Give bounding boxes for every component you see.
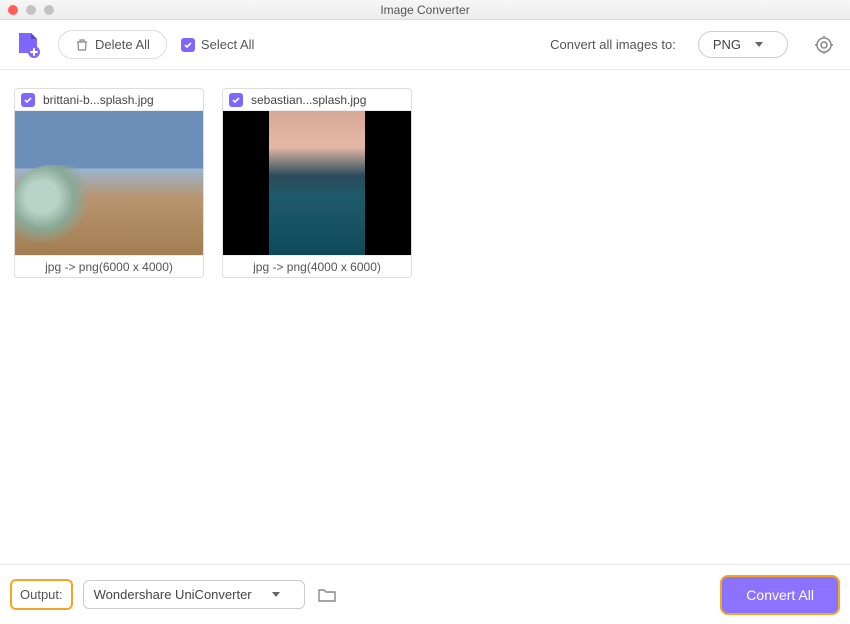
image-grid: brittani-b...splash.jpg jpg -> png(6000 … [0,70,850,564]
delete-all-button[interactable]: Delete All [58,30,167,59]
toolbar: Delete All Select All Convert all images… [0,20,850,70]
window-title: Image Converter [380,3,469,17]
settings-gear-icon [813,34,835,56]
minimize-window-button[interactable] [26,5,36,15]
titlebar: Image Converter [0,0,850,20]
convert-all-label: Convert All [746,587,814,603]
settings-button[interactable] [810,31,838,59]
card-conversion-info: jpg -> png(6000 x 4000) [15,255,203,277]
folder-icon [318,587,336,603]
card-filename: sebastian...splash.jpg [251,93,366,107]
select-all-label: Select All [201,37,254,52]
format-selected-value: PNG [713,37,741,52]
maximize-window-button[interactable] [44,5,54,15]
card-header: brittani-b...splash.jpg [15,89,203,111]
open-folder-button[interactable] [315,583,339,607]
convert-to-label: Convert all images to: [550,37,676,52]
output-format-select[interactable]: PNG [698,31,788,58]
chevron-down-icon [272,592,280,597]
card-thumbnail [223,111,411,255]
output-label: Output: [10,579,73,610]
card-header: sebastian...splash.jpg [223,89,411,111]
trash-icon [75,38,89,52]
add-file-button[interactable] [12,29,44,61]
convert-all-button[interactable]: Convert All [720,575,840,615]
card-conversion-info: jpg -> png(4000 x 6000) [223,255,411,277]
card-filename: brittani-b...splash.jpg [43,93,154,107]
chevron-down-icon [755,42,763,47]
delete-all-label: Delete All [95,37,150,52]
output-path-value: Wondershare UniConverter [94,587,252,602]
image-card[interactable]: brittani-b...splash.jpg jpg -> png(6000 … [14,88,204,278]
window-controls [8,5,54,15]
card-checkbox[interactable] [21,93,35,107]
bottombar: Output: Wondershare UniConverter Convert… [0,564,850,624]
select-all-checkbox[interactable]: Select All [181,37,254,52]
checkbox-icon [181,38,195,52]
output-path-select[interactable]: Wondershare UniConverter [83,580,305,609]
card-checkbox[interactable] [229,93,243,107]
card-thumbnail [15,111,203,255]
image-card[interactable]: sebastian...splash.jpg jpg -> png(4000 x… [222,88,412,278]
close-window-button[interactable] [8,5,18,15]
